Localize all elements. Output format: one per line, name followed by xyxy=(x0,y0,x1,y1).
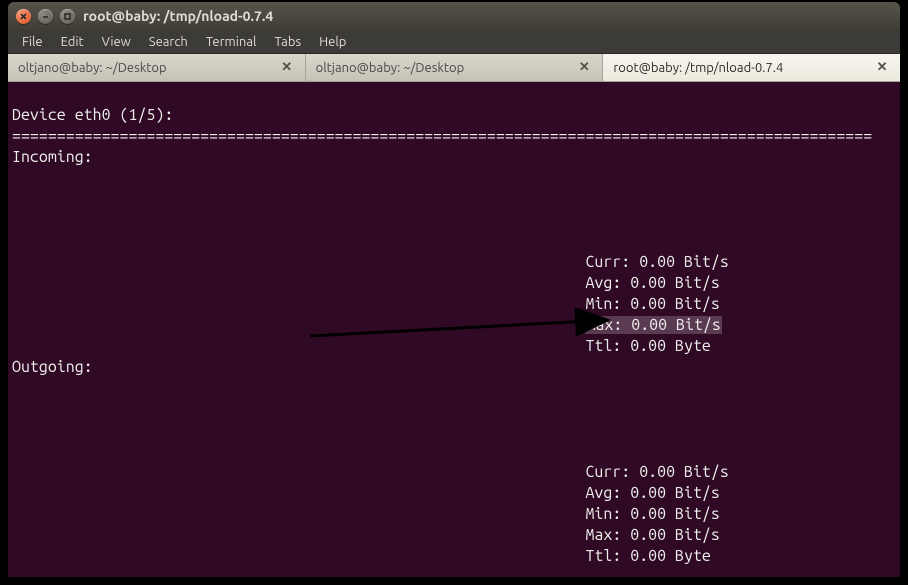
minimize-icon[interactable] xyxy=(38,9,53,24)
outgoing-label: Outgoing: xyxy=(12,358,93,376)
menu-edit[interactable]: Edit xyxy=(53,33,92,51)
out-avg: Avg: 0.00 Bit/s xyxy=(585,484,719,502)
tab-label: oltjano@baby: ~/Desktop xyxy=(316,61,465,75)
menu-terminal[interactable]: Terminal xyxy=(198,33,265,51)
tab-2[interactable]: root@baby: /tmp/nload-0.7.4 ✕ xyxy=(603,54,900,81)
tab-label: root@baby: /tmp/nload-0.7.4 xyxy=(613,61,783,75)
close-icon[interactable] xyxy=(16,9,31,24)
window-title: root@baby: /tmp/nload-0.7.4 xyxy=(83,8,273,24)
menu-tabs[interactable]: Tabs xyxy=(266,33,309,51)
in-max: Max: 0.00 Bit/s xyxy=(585,316,721,334)
out-ttl: Ttl: 0.00 Byte xyxy=(585,547,710,565)
menu-file[interactable]: File xyxy=(14,33,51,51)
menu-search[interactable]: Search xyxy=(141,33,196,51)
menu-help[interactable]: Help xyxy=(311,33,354,51)
menu-view[interactable]: View xyxy=(94,33,139,51)
divider-line: ========================================… xyxy=(12,127,872,145)
in-avg: Avg: 0.00 Bit/s xyxy=(585,274,719,292)
terminal-viewport[interactable]: Device eth0 (1/5): =====================… xyxy=(8,82,900,577)
incoming-label: Incoming: xyxy=(12,148,93,166)
in-curr: Curr: 0.00 Bit/s xyxy=(585,253,728,271)
close-icon[interactable]: ✕ xyxy=(279,60,295,75)
close-icon[interactable]: ✕ xyxy=(874,60,890,75)
close-icon[interactable]: ✕ xyxy=(576,60,592,75)
tab-0[interactable]: oltjano@baby: ~/Desktop ✕ xyxy=(8,54,306,81)
terminal-window: root@baby: /tmp/nload-0.7.4 File Edit Vi… xyxy=(8,2,900,577)
out-curr: Curr: 0.00 Bit/s xyxy=(585,463,728,481)
tab-label: oltjano@baby: ~/Desktop xyxy=(18,61,167,75)
in-min: Min: 0.00 Bit/s xyxy=(585,295,719,313)
menubar: File Edit View Search Terminal Tabs Help xyxy=(8,30,900,54)
device-line: Device eth0 (1/5): xyxy=(12,106,173,124)
tab-1[interactable]: oltjano@baby: ~/Desktop ✕ xyxy=(306,54,604,81)
in-ttl: Ttl: 0.00 Byte xyxy=(585,337,710,355)
out-max: Max: 0.00 Bit/s xyxy=(585,526,719,544)
window-controls xyxy=(16,9,75,24)
titlebar[interactable]: root@baby: /tmp/nload-0.7.4 xyxy=(8,2,900,30)
maximize-icon[interactable] xyxy=(60,9,75,24)
out-min: Min: 0.00 Bit/s xyxy=(585,505,719,523)
tabbar: oltjano@baby: ~/Desktop ✕ oltjano@baby: … xyxy=(8,54,900,82)
